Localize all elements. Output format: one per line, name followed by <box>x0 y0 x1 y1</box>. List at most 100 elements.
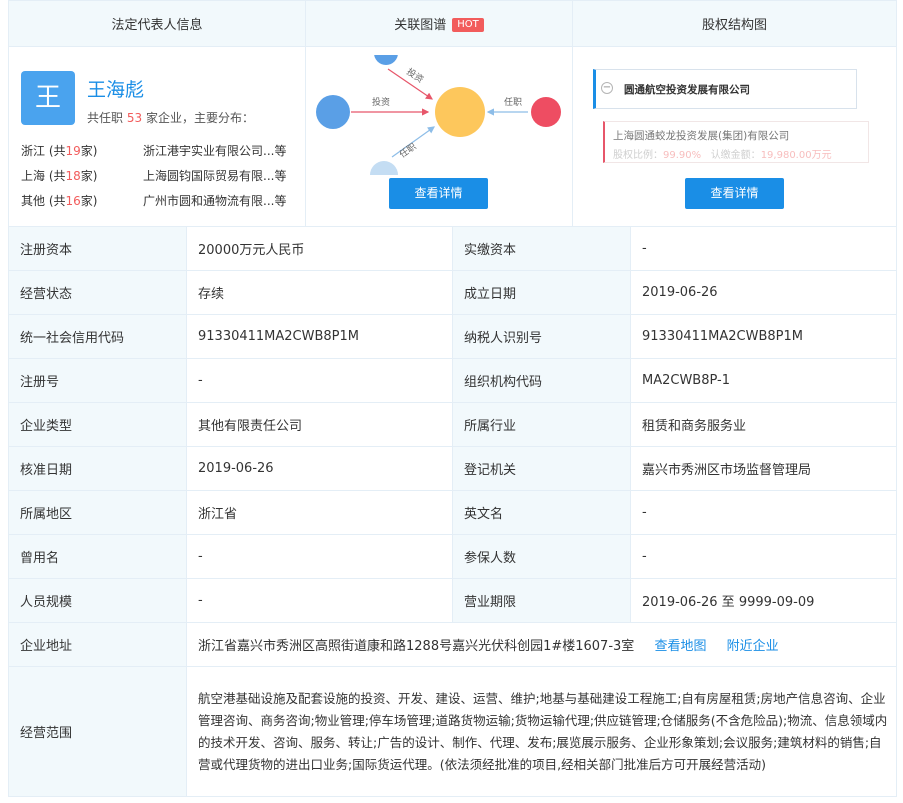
relation-graph-detail-button[interactable]: 查看详情 <box>389 178 488 209</box>
region-name: 上海 (共 <box>21 169 66 183</box>
reg-capital-value: 20000万元人民币 <box>186 226 453 271</box>
distribution-row: 上海 (共18家) 上海圆钧国际贸易有限...等 <box>21 167 301 184</box>
invest-edge-label: 投资 <box>372 96 390 108</box>
reg-capital-label: 注册资本 <box>8 226 187 271</box>
paid-capital-value: - <box>630 226 897 271</box>
tax-id-label: 纳税人识别号 <box>452 314 631 359</box>
business-term-label: 营业期限 <box>452 578 631 623</box>
relation-graph-card: 投资 投资 任职 任职 查看详情 <box>305 46 573 227</box>
collapse-icon[interactable]: − <box>601 82 613 94</box>
person-node <box>316 95 350 129</box>
company-info-table: 注册资本 20000万元人民币 实缴资本 - 经营状态 存续 成立日期 2019… <box>8 226 897 797</box>
region-label: 其他 (共16家) <box>21 192 143 209</box>
distribution-row: 其他 (共16家) 广州市圆和通物流有限...等 <box>21 192 301 209</box>
address-value: 浙江省嘉兴市秀洲区高照街道康和路1288号嘉兴光伏科创园1#楼1607-3室 <box>198 639 635 654</box>
company-info-panel: 法定代表人信息 关联图谱 HOT 股权结构图 王 王海彪 共任职 53 家企业，主… <box>8 0 897 797</box>
region-name: 其他 (共 <box>21 194 66 208</box>
english-name-value: - <box>630 490 897 535</box>
area-label: 所属地区 <box>8 490 187 535</box>
info-row: 经营状态 存续 成立日期 2019-06-26 <box>8 270 897 315</box>
summary-prefix: 共任职 <box>87 111 124 125</box>
region-label: 浙江 (共19家) <box>21 142 143 159</box>
reg-number-label: 注册号 <box>8 358 187 403</box>
distribution-row: 浙江 (共19家) 浙江港宇实业有限公司...等 <box>21 142 301 159</box>
relation-graph-title: 关联图谱 <box>394 18 447 33</box>
company-type-label: 企业类型 <box>8 402 187 447</box>
status-label: 经营状态 <box>8 270 187 315</box>
credit-code-value: 91330411MA2CWB8P1M <box>186 314 453 359</box>
job-edge-label: 任职 <box>504 96 522 108</box>
company-count: 53 <box>126 111 143 125</box>
equity-root-box[interactable]: − 圆通航空投资发展有限公司 <box>593 69 857 109</box>
region-count: 16 <box>65 194 81 208</box>
legal-rep-name[interactable]: 王海彪 <box>87 75 144 102</box>
authority-label: 登记机关 <box>452 446 631 491</box>
region-label: 上海 (共18家) <box>21 167 143 184</box>
equity-child-company: 上海圆通蛟龙投资发展(集团)有限公司 <box>613 130 790 142</box>
info-row: 经营范围 航空港基础设施及配套设施的投资、开发、建设、运营、维护;地基与基础建设… <box>8 666 897 797</box>
company-type-value: 其他有限责任公司 <box>186 402 453 447</box>
scope-value: 航空港基础设施及配套设施的投资、开发、建设、运营、维护;地基与基础建设工程施工;… <box>186 666 897 797</box>
person-node-top <box>374 55 398 65</box>
scope-label: 经营范围 <box>8 666 187 797</box>
paid-capital-label: 实缴资本 <box>452 226 631 271</box>
address-cell: 浙江省嘉兴市秀洲区高照街道康和路1288号嘉兴光伏科创园1#楼1607-3室 查… <box>186 622 897 667</box>
info-row: 人员规模 - 营业期限 2019-06-26 至 9999-09-09 <box>8 578 897 623</box>
region-unit: 家) <box>80 194 98 208</box>
person-node-bottom <box>370 161 398 175</box>
region-unit: 家) <box>80 144 98 158</box>
info-row: 核准日期 2019-06-26 登记机关 嘉兴市秀洲区市场监督管理局 <box>8 446 897 491</box>
region-count: 18 <box>65 169 81 183</box>
hot-badge: HOT <box>452 18 484 32</box>
info-row: 注册号 - 组织机构代码 MA2CWB8P-1 <box>8 358 897 403</box>
area-value: 浙江省 <box>186 490 453 535</box>
authority-value: 嘉兴市秀洲区市场监督管理局 <box>630 446 897 491</box>
english-name-label: 英文名 <box>452 490 631 535</box>
reg-number-value: - <box>186 358 453 403</box>
legal-rep-header: 法定代表人信息 <box>8 0 306 47</box>
info-row: 曾用名 - 参保人数 - <box>8 534 897 579</box>
credit-code-label: 统一社会信用代码 <box>8 314 187 359</box>
summary-suffix: 家企业，主要分布： <box>145 111 254 125</box>
found-date-value: 2019-06-26 <box>630 270 897 315</box>
region-name: 浙江 (共 <box>21 144 66 158</box>
region-company[interactable]: 广州市圆和通物流有限...等 <box>143 194 286 208</box>
legal-rep-summary: 共任职 53 家企业，主要分布： <box>87 109 254 126</box>
region-company[interactable]: 浙江港宇实业有限公司...等 <box>143 144 286 158</box>
equity-child-box[interactable]: 上海圆通蛟龙投资发展(集团)有限公司 股权比例：99.90% 认缴金额：19,9… <box>603 121 869 163</box>
org-code-value: MA2CWB8P-1 <box>630 358 897 403</box>
relation-graph-thumbnail[interactable]: 投资 投资 任职 任职 <box>306 55 573 175</box>
job-edge-label-2: 任职 <box>397 140 419 160</box>
insured-label: 参保人数 <box>452 534 631 579</box>
address-label: 企业地址 <box>8 622 187 667</box>
approve-date-label: 核准日期 <box>8 446 187 491</box>
staff-size-value: - <box>186 578 453 623</box>
org-code-label: 组织机构代码 <box>452 358 631 403</box>
equity-card: − 圆通航空投资发展有限公司 上海圆通蛟龙投资发展(集团)有限公司 股权比例：9… <box>572 46 897 227</box>
info-row: 统一社会信用代码 91330411MA2CWB8P1M 纳税人识别号 91330… <box>8 314 897 359</box>
business-term-value: 2019-06-26 至 9999-09-09 <box>630 578 897 623</box>
region-company[interactable]: 上海圆钧国际贸易有限...等 <box>143 169 286 183</box>
map-link[interactable]: 查看地图 <box>654 639 706 654</box>
person-node-right <box>531 97 561 127</box>
amount-label: 认缴金额： <box>710 150 761 161</box>
industry-value: 租赁和商务服务业 <box>630 402 897 447</box>
info-row: 所属地区 浙江省 英文名 - <box>8 490 897 535</box>
equity-detail-button[interactable]: 查看详情 <box>685 178 784 209</box>
equity-structure-header: 股权结构图 <box>572 0 897 47</box>
industry-label: 所属行业 <box>452 402 631 447</box>
equity-child-ratio: 股权比例：99.90% 认缴金额：19,980.00万元 <box>613 146 832 161</box>
info-row: 企业地址 浙江省嘉兴市秀洲区高照街道康和路1288号嘉兴光伏科创园1#楼1607… <box>8 622 897 667</box>
tax-id-value: 91330411MA2CWB8P1M <box>630 314 897 359</box>
nearby-link[interactable]: 附近企业 <box>727 639 779 654</box>
company-node <box>435 87 485 137</box>
top-cards: 法定代表人信息 关联图谱 HOT 股权结构图 王 王海彪 共任职 53 家企业，主… <box>8 0 897 227</box>
info-row: 企业类型 其他有限责任公司 所属行业 租赁和商务服务业 <box>8 402 897 447</box>
found-date-label: 成立日期 <box>452 270 631 315</box>
former-name-label: 曾用名 <box>8 534 187 579</box>
staff-size-label: 人员规模 <box>8 578 187 623</box>
region-count: 19 <box>65 144 81 158</box>
info-row: 注册资本 20000万元人民币 实缴资本 - <box>8 226 897 271</box>
legal-rep-card: 王 王海彪 共任职 53 家企业，主要分布： 浙江 (共19家) 浙江港宇实业有限… <box>8 46 306 227</box>
amount-value: 19,980.00万元 <box>760 150 832 161</box>
